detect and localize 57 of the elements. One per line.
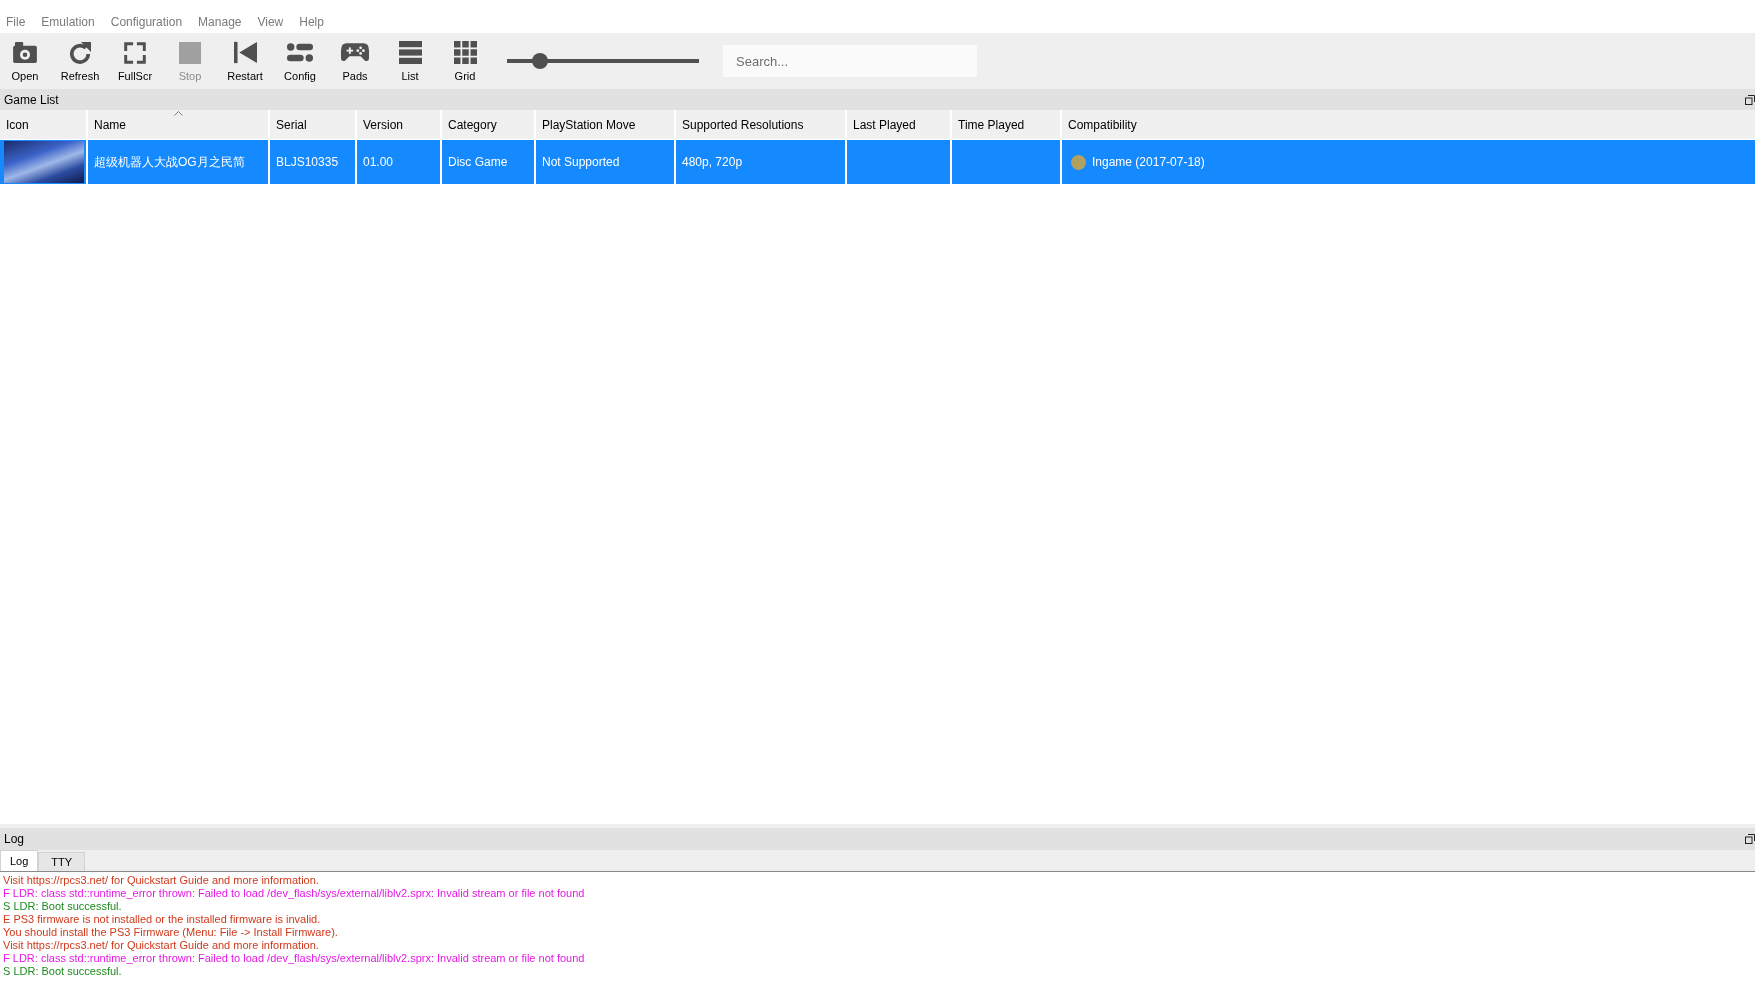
restore-icon[interactable] xyxy=(1745,94,1755,105)
column-header[interactable]: Name xyxy=(88,110,270,139)
column-header[interactable]: Time Played xyxy=(952,110,1062,139)
log-line: F LDR: class std::runtime_error thrown: Failed to load /dev_flash/sys/external/liblv2.sprx: Invalid stream or file not found xyxy=(3,952,586,965)
toolbar-button[interactable]: Pads xyxy=(330,33,380,89)
log-line: Visit https://rpcs3.net/ for Quickstart Guide and more information. xyxy=(3,939,320,952)
column-header[interactable]: Supported Resolutions xyxy=(676,110,847,139)
toolbar-button[interactable]: Refresh xyxy=(55,33,105,89)
menu-item[interactable]: File xyxy=(0,12,34,31)
log-line: S LDR: Boot successful. xyxy=(3,900,123,913)
column-header[interactable]: PlayStation Move xyxy=(536,110,676,139)
camera-icon xyxy=(13,42,37,63)
toolbar-button[interactable]: Open xyxy=(0,33,50,89)
toggles-icon xyxy=(287,43,313,62)
column-header[interactable]: Icon xyxy=(0,110,88,139)
table-cell: Disc Game xyxy=(442,140,536,184)
tab[interactable]: TTY xyxy=(38,852,86,871)
tab[interactable]: Log xyxy=(0,850,39,871)
menu-item[interactable]: Manage xyxy=(190,12,250,31)
toolbar-button[interactable]: FullScr xyxy=(110,33,160,89)
toolbar-button[interactable]: Restart xyxy=(220,33,270,89)
menu-item[interactable]: View xyxy=(249,12,292,31)
column-header[interactable]: Last Played xyxy=(847,110,952,139)
grid-icon xyxy=(453,41,477,64)
list-icon xyxy=(397,41,423,64)
stop-icon xyxy=(179,41,201,64)
panel-title: Log xyxy=(4,832,25,846)
table-cell: Not Supported xyxy=(536,140,676,184)
gamepad-icon xyxy=(341,43,369,62)
fullscreen-icon xyxy=(124,41,146,64)
column-header[interactable]: Serial xyxy=(270,110,357,139)
slider-thumb[interactable] xyxy=(531,53,548,69)
log-line: You should install the PS3 Firmware (Menu: File -> Install Firmware). xyxy=(3,926,339,939)
menu-item[interactable]: Emulation xyxy=(33,12,103,31)
log-line: S LDR: Boot successful. xyxy=(3,965,123,978)
column-header[interactable]: Category xyxy=(442,110,536,139)
log-line: Visit https://rpcs3.net/ for Quickstart Guide and more information. xyxy=(3,874,320,887)
menu-item[interactable]: Help xyxy=(291,12,332,31)
restore-icon[interactable] xyxy=(1745,834,1755,844)
log-line: F LDR: class std::runtime_error thrown: Failed to load /dev_flash/sys/external/liblv2.sprx: Invalid stream or file not found xyxy=(3,887,586,900)
column-header[interactable]: Version xyxy=(357,110,442,139)
sort-caret-icon xyxy=(174,111,183,116)
panel-title: Game List xyxy=(4,92,59,107)
compatibility-status: Ingame (2017-07-18) xyxy=(1092,155,1205,169)
refresh-icon xyxy=(69,41,91,64)
toolbar-button[interactable]: Config xyxy=(275,33,325,89)
table-cell: BLJS10335 xyxy=(270,140,357,184)
menu-item[interactable]: Configuration xyxy=(102,12,191,31)
skip-back-icon xyxy=(233,41,257,64)
log-line: E PS3 firmware is not installed or the installed firmware is invalid. xyxy=(3,913,322,926)
table-cell: 01.00 xyxy=(357,140,442,184)
search-field[interactable]: Search... xyxy=(723,45,977,77)
toolbar-button[interactable]: List xyxy=(385,33,435,89)
table-cell: 超级机器人大战OG月之民简 xyxy=(88,140,270,184)
toolbar-button[interactable]: Grid xyxy=(440,33,490,89)
table-cell: 480p, 720p xyxy=(676,140,847,184)
column-header[interactable]: Compatibility xyxy=(1062,110,1755,139)
